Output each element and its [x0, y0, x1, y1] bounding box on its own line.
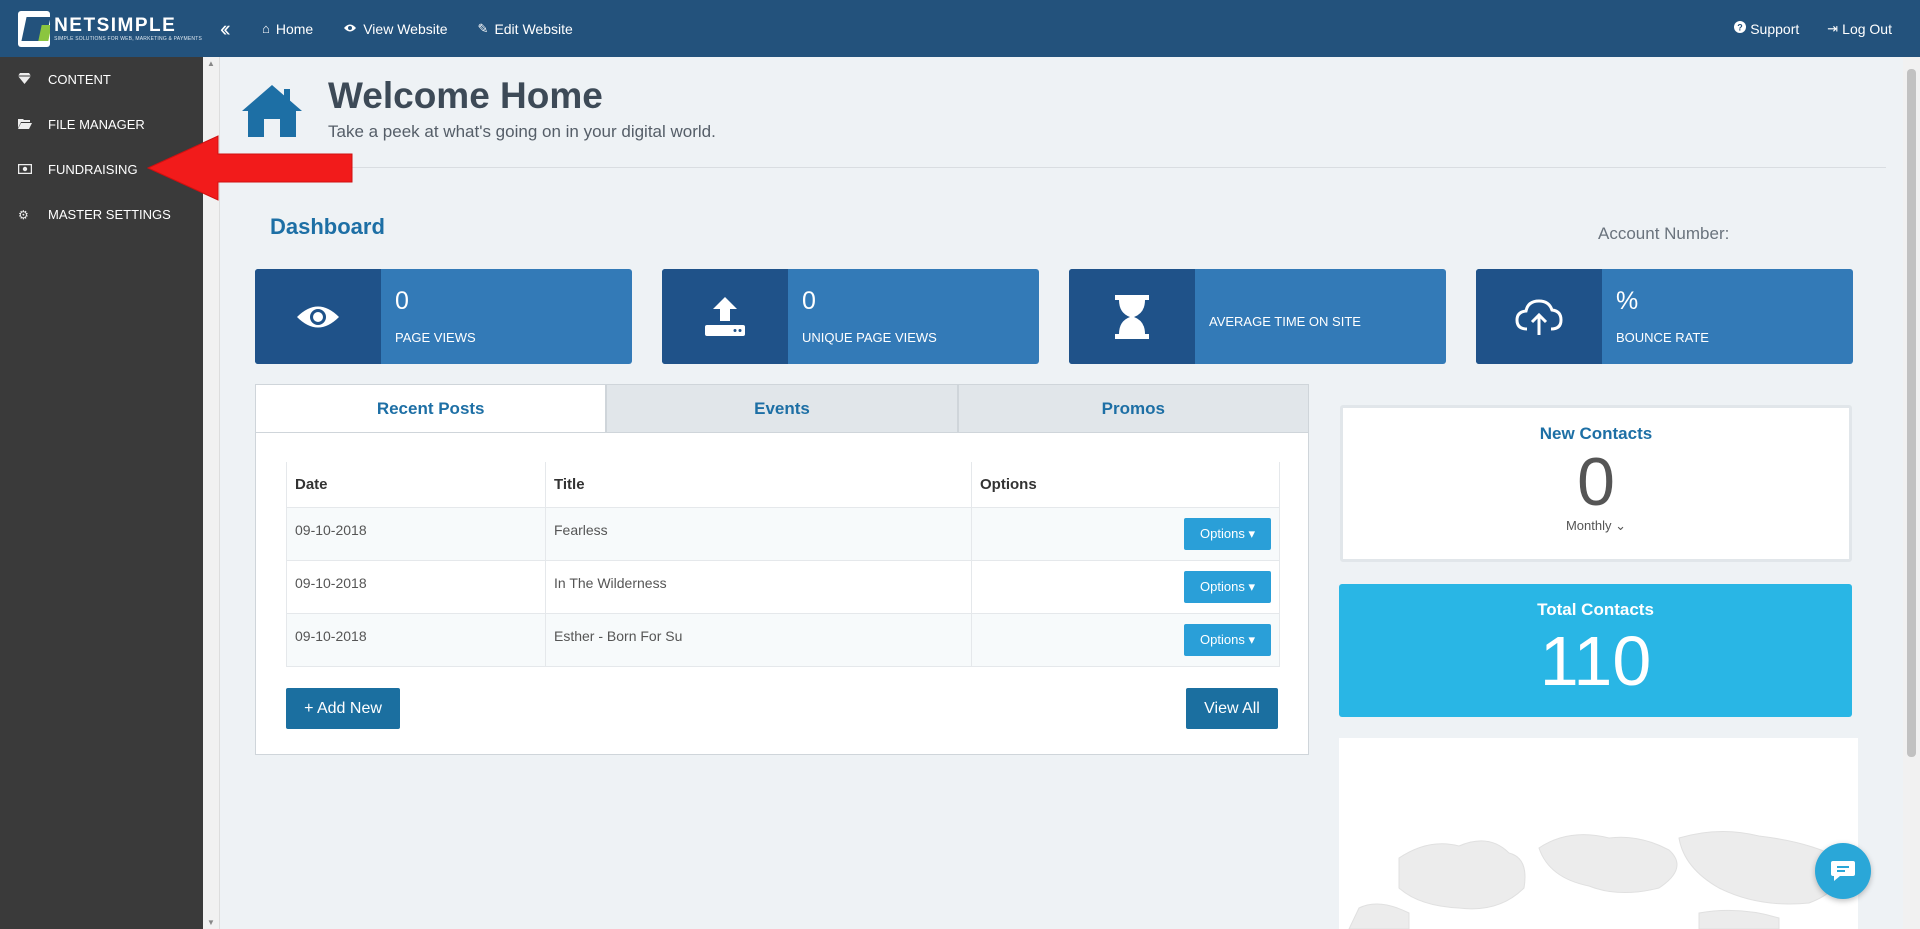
table-row: 09-10-2018 Fearless Options ▾ — [286, 506, 1280, 561]
nav-view-website-link[interactable]: View Website — [343, 21, 448, 37]
posts-table: Date Title Options 09-10-2018 Fearless O… — [286, 462, 1280, 667]
world-map-graphic — [1348, 831, 1842, 929]
brand-logo[interactable]: NETSIMPLE SIMPLE SOLUTIONS FOR WEB, MARK… — [0, 0, 202, 57]
stat-label: UNIQUE PAGE VIEWS — [802, 330, 937, 345]
page-scrollbar[interactable] — [1903, 57, 1920, 929]
table-row: 09-10-2018 In The Wilderness Options ▾ — [286, 559, 1280, 614]
page-title: Welcome Home — [328, 75, 603, 116]
options-dropdown-button[interactable]: Options ▾ — [1184, 570, 1271, 603]
svg-text:?: ? — [1737, 23, 1743, 33]
stat-label: PAGE VIEWS — [395, 330, 476, 345]
stat-label: AVERAGE TIME ON SITE — [1209, 314, 1361, 329]
tab-promos[interactable]: Promos — [957, 384, 1309, 433]
chevron-down-icon: ⌄ — [1615, 518, 1627, 533]
post-date: 09-10-2018 — [286, 612, 546, 667]
folder-open-icon — [18, 118, 48, 132]
stat-card-bounce-rate: % BOUNCE RATE — [1476, 269, 1853, 364]
stat-card-average-time: AVERAGE TIME ON SITE — [1069, 269, 1446, 364]
caret-down-icon: ▾ — [1248, 631, 1255, 647]
brand-name: NETSIMPLE — [54, 14, 177, 36]
dashboard-title: Dashboard — [270, 214, 385, 239]
tab-bar: Recent Posts Events Promos — [255, 384, 1309, 433]
stat-card-page-views: 0 PAGE VIEWS — [255, 269, 632, 364]
new-contacts-value: 0 — [1577, 444, 1615, 520]
nav-edit-website-link[interactable]: ✎ Edit Website — [478, 21, 573, 37]
logo-mark-icon — [18, 10, 51, 47]
sidebar-item-content[interactable]: CONTENT — [0, 57, 203, 102]
top-right-links: ? Support ⇥ Log Out — [1706, 0, 1892, 57]
money-icon — [17, 163, 48, 177]
cloud-upload-icon — [1515, 298, 1563, 335]
sidebar-collapse-button[interactable]: ‹‹ — [220, 16, 250, 42]
support-link[interactable]: ? Support — [1734, 21, 1799, 37]
eye-icon — [297, 306, 339, 327]
tab-recent-posts[interactable]: Recent Posts — [255, 384, 607, 433]
period-dropdown[interactable]: Monthly ⌄ — [1343, 518, 1849, 534]
scroll-up-icon: ▲ — [207, 59, 215, 68]
brand-tagline: SIMPLE SOLUTIONS FOR WEB, MARKETING & PA… — [54, 35, 202, 42]
caret-down-icon: ▾ — [1248, 525, 1255, 541]
view-all-button[interactable]: View All — [1186, 688, 1278, 729]
post-date: 09-10-2018 — [286, 559, 546, 614]
total-contacts-title: Total Contacts — [1537, 600, 1654, 619]
post-title: In The Wilderness — [545, 559, 972, 614]
eye-icon — [343, 21, 357, 36]
home-icon: ⌂ — [262, 21, 270, 36]
column-header-title: Title — [545, 462, 972, 508]
column-header-date: Date — [286, 462, 546, 508]
double-chevron-left-icon: ‹‹ — [220, 15, 230, 41]
nav-home-link[interactable]: ⌂ Home — [262, 21, 313, 37]
top-nav-links: ⌂ Home View Website ✎ Edit Website — [262, 21, 603, 37]
account-number-label: Account Number: — [1598, 224, 1730, 243]
caret-down-icon: ▾ — [1248, 578, 1255, 594]
column-header-options: Options — [971, 462, 1280, 508]
tab-events[interactable]: Events — [606, 384, 958, 433]
options-dropdown-button[interactable]: Options ▾ — [1184, 623, 1271, 656]
recent-posts-panel: Date Title Options 09-10-2018 Fearless O… — [255, 432, 1309, 755]
post-date: 09-10-2018 — [286, 506, 546, 561]
chat-bubble-icon — [1831, 861, 1855, 881]
chat-widget-button[interactable] — [1815, 843, 1871, 899]
post-title: Fearless — [545, 506, 972, 561]
gear-icon: ⚙ — [18, 207, 29, 222]
sign-out-icon: ⇥ — [1827, 20, 1839, 36]
upload-icon — [705, 296, 745, 336]
stat-value: 0 — [395, 287, 409, 315]
new-contacts-title: New Contacts — [1539, 424, 1653, 443]
post-title: Esther - Born For Su — [545, 612, 972, 667]
options-dropdown-button[interactable]: Options ▾ — [1184, 517, 1271, 550]
total-contacts-card: Total Contacts 110 — [1339, 584, 1852, 717]
scroll-down-icon: ▼ — [207, 918, 215, 927]
total-contacts-value: 110 — [1539, 622, 1652, 700]
page-subtitle: Take a peek at what's going on in your d… — [328, 122, 716, 141]
stat-label: BOUNCE RATE — [1616, 330, 1709, 345]
stat-card-unique-page-views: 0 UNIQUE PAGE VIEWS — [662, 269, 1039, 364]
content-tabs-panel: Recent Posts Events Promos Date Title Op… — [255, 384, 1309, 755]
main-content: Welcome Home Take a peek at what's going… — [220, 57, 1886, 929]
top-navbar: NETSIMPLE SIMPLE SOLUTIONS FOR WEB, MARK… — [0, 0, 1920, 57]
home-icon — [242, 85, 302, 137]
diamond-icon — [18, 72, 48, 87]
welcome-header: Welcome Home Take a peek at what's going… — [220, 57, 1886, 168]
hourglass-icon — [1115, 294, 1149, 339]
world-map — [1339, 738, 1858, 929]
new-contacts-card: New Contacts 0 Monthly ⌄ — [1340, 405, 1852, 562]
scrollbar-thumb[interactable] — [1907, 69, 1916, 757]
edit-icon: ✎ — [477, 20, 489, 36]
table-row: 09-10-2018 Esther - Born For Su Options … — [286, 612, 1280, 667]
add-new-button[interactable]: + Add New — [286, 688, 400, 729]
stat-value: 0 — [802, 287, 816, 315]
question-circle-icon: ? — [1734, 21, 1747, 36]
logout-link[interactable]: ⇥ Log Out — [1827, 21, 1892, 37]
annotation-arrow-icon — [146, 135, 353, 201]
stat-value: % — [1616, 287, 1639, 315]
